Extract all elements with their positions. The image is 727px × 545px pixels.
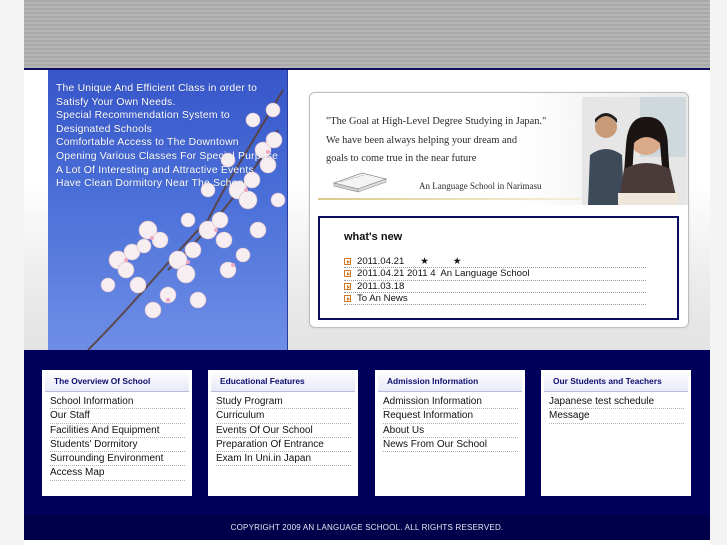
nav-column-heading: Admission Information: [378, 370, 522, 392]
students-photo: [582, 97, 686, 205]
nav-link[interactable]: Events Of Our School: [216, 424, 351, 438]
hero-line: Have Clean Dormitory Near The School: [56, 178, 247, 190]
copyright-bar: COPYRIGHT 2009 AN LANGUAGE SCHOOL. ALL R…: [24, 515, 710, 540]
school-banner: "The Goal at High-Level Degree Studying …: [310, 93, 688, 205]
news-item-text: 2011.03.18: [357, 280, 405, 292]
books-icon: [332, 172, 388, 193]
nav-column-admission: Admission Information Admission Informat…: [375, 370, 525, 496]
news-item[interactable]: 2011.04.21 2011 4 An Language School: [344, 268, 646, 281]
nav-link[interactable]: Japanese test schedule: [549, 395, 684, 410]
nav-link[interactable]: School Information: [50, 395, 185, 410]
nav-link[interactable]: Students' Dormitory: [50, 438, 185, 453]
hero-panel: The Unique And Efficient Class in order …: [48, 70, 288, 352]
banner-divider: [318, 198, 588, 200]
nav-link[interactable]: Our Staff: [50, 409, 185, 424]
banner-quote-line: "The Goal at High-Level Degree Studying …: [326, 116, 547, 127]
nav-link[interactable]: Study Program: [216, 395, 351, 410]
arrow-bullet-icon: [344, 295, 351, 303]
banner-quote: "The Goal at High-Level Degree Studying …: [326, 113, 586, 169]
news-list: 2011.04.21 ★ ★ 2011.04.21 2011 4 An Lang…: [344, 256, 646, 306]
nav-link[interactable]: Surrounding Environment: [50, 452, 185, 467]
banner-school-name: An Language School in Narimasu: [419, 181, 542, 191]
nav-column-heading: Our Students and Teachers: [544, 370, 688, 392]
nav-link[interactable]: Facilities And Equipment: [50, 424, 185, 438]
hero-line: Comfortable Access to The Downtown: [56, 137, 239, 149]
nav-column-educational: Educational Features Study Program Curri…: [208, 370, 358, 496]
nav-link[interactable]: Exam In Uni.in Japan: [216, 452, 351, 467]
nav-column-heading: Educational Features: [211, 370, 355, 392]
news-item[interactable]: 2011.03.18: [344, 281, 646, 293]
nav-column-overview: The Overview Of School School Informatio…: [42, 370, 192, 496]
arrow-bullet-icon: [344, 282, 351, 290]
nav-link[interactable]: Message: [549, 409, 684, 424]
hero-line: Special Recommendation System to: [56, 110, 230, 122]
nav-link[interactable]: Admission Information: [383, 395, 518, 410]
hero-line: The Unique And Efficient Class in order …: [56, 83, 258, 94]
left-margin: [0, 0, 24, 545]
header-band: [24, 0, 710, 68]
nav-column-students-teachers: Our Students and Teachers Japanese test …: [541, 370, 691, 496]
nav-link[interactable]: Curriculum: [216, 409, 351, 424]
news-item-text: 2011.04.21 ★ ★: [357, 256, 462, 268]
hero-line: A Lot Of Interesting and Attractive Even…: [56, 164, 254, 176]
page: The Unique And Efficient Class in order …: [0, 0, 727, 545]
whats-new-title: what's new: [344, 231, 403, 243]
hero-line: Designated Schools: [56, 123, 153, 135]
nav-link[interactable]: About Us: [383, 424, 518, 438]
nav-column-heading: The Overview Of School: [45, 370, 189, 392]
banner-quote-line: goals to come true in the near future: [326, 153, 477, 164]
news-item[interactable]: 2011.04.21 ★ ★: [344, 256, 646, 269]
banner-quote-line: We have been always helping your dream a…: [326, 134, 518, 146]
hero-line: Opening Various Classes For Special Purp…: [56, 150, 279, 162]
news-item[interactable]: To An News: [344, 293, 646, 306]
hero-line: Satisfy Your Own Needs.: [56, 96, 176, 108]
news-item-text: 2011.04.21 2011 4 An Language School: [357, 268, 530, 280]
nav-link[interactable]: News From Our School: [383, 438, 518, 453]
right-margin: [710, 0, 727, 545]
arrow-bullet-icon: [344, 270, 351, 278]
nav-link[interactable]: Request Information: [383, 409, 518, 424]
nav-link[interactable]: Access Map: [50, 466, 185, 481]
news-item-text: To An News: [357, 293, 408, 305]
hero-feature-list: The Unique And Efficient Class in order …: [56, 82, 287, 191]
arrow-bullet-icon: [344, 258, 351, 266]
copyright-text: COPYRIGHT 2009 AN LANGUAGE SCHOOL. ALL R…: [230, 523, 504, 532]
whats-new-box: what's new 2011.04.21 ★ ★ 2011.04.21 201…: [318, 216, 679, 320]
nav-link[interactable]: Preparation Of Entrance: [216, 438, 351, 453]
